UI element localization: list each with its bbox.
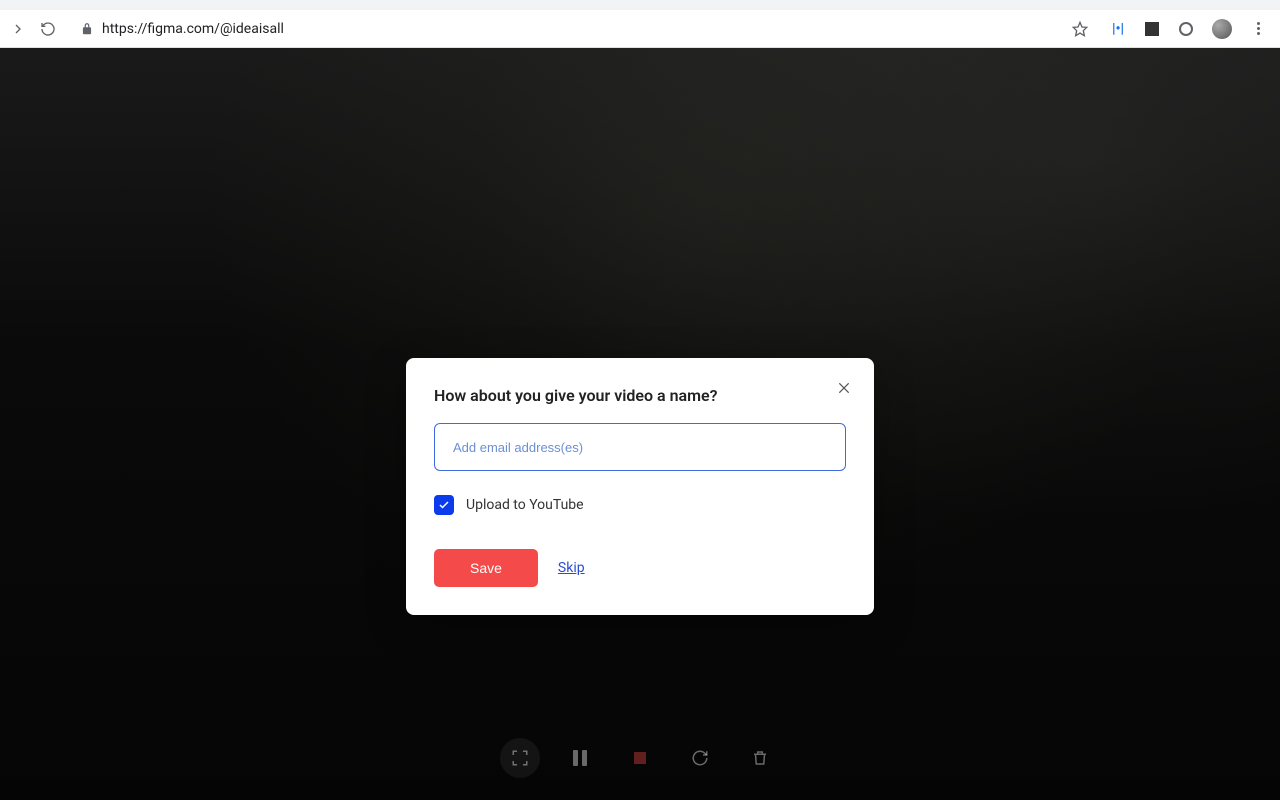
page-background: How about you give your video a name? Up… (0, 48, 1280, 800)
reload-button[interactable] (38, 19, 58, 39)
modal-title: How about you give your video a name? (434, 386, 846, 405)
upload-youtube-label: Upload to YouTube (466, 497, 584, 513)
modal-actions: Save Skip (434, 549, 846, 587)
address-bar[interactable]: https://figma.com/@ideaisall (68, 15, 1100, 43)
skip-link[interactable]: Skip (558, 560, 585, 576)
browser-menu-icon[interactable] (1250, 21, 1266, 37)
pause-button[interactable] (560, 738, 600, 778)
stop-button[interactable] (620, 738, 660, 778)
toolbar-right: |•| (1110, 19, 1272, 39)
forward-button[interactable] (8, 19, 28, 39)
browser-tab-bar (0, 0, 1280, 10)
upload-checkbox-row: Upload to YouTube (434, 495, 846, 515)
fullscreen-button[interactable] (500, 738, 540, 778)
video-name-input[interactable] (434, 423, 846, 471)
extension-icon-3[interactable] (1178, 21, 1194, 37)
bookmark-star-icon[interactable] (1072, 21, 1088, 37)
extension-icon-1[interactable]: |•| (1110, 21, 1126, 37)
name-video-modal: How about you give your video a name? Up… (406, 358, 874, 615)
extension-icon-2[interactable] (1144, 21, 1160, 37)
url-text: https://figma.com/@ideaisall (102, 21, 1064, 37)
video-controls (486, 734, 794, 782)
save-button[interactable]: Save (434, 549, 538, 587)
close-button[interactable] (832, 376, 856, 400)
upload-youtube-checkbox[interactable] (434, 495, 454, 515)
lock-icon (80, 22, 94, 36)
restart-button[interactable] (680, 738, 720, 778)
profile-avatar[interactable] (1212, 19, 1232, 39)
browser-toolbar: https://figma.com/@ideaisall |•| (0, 10, 1280, 48)
delete-button[interactable] (740, 738, 780, 778)
